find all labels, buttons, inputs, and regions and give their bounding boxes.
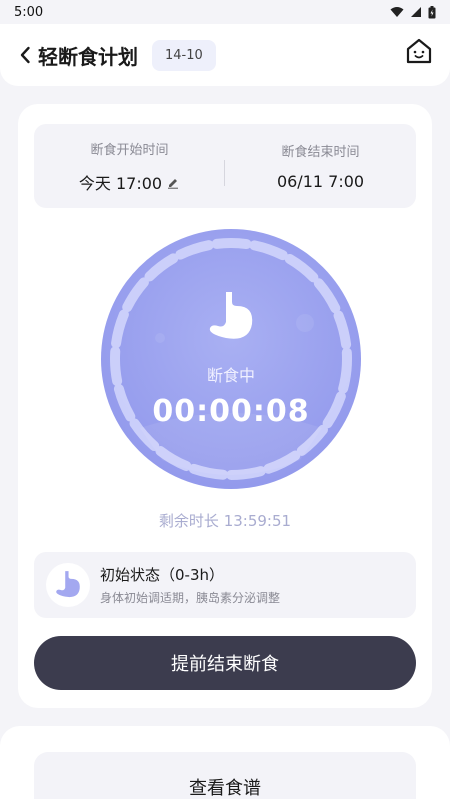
view-recipes-button[interactable]: 查看食谱	[34, 752, 416, 799]
end-time-column: 断食结束时间 06/11 7:00	[225, 124, 416, 208]
schedule-panel: 断食开始时间 今天 17:00 断食结束时间 06/11 7:00	[34, 124, 416, 208]
fasting-status: 断食中	[206, 366, 255, 385]
chevron-left-icon	[20, 46, 30, 64]
elapsed-timer: 00:00:08	[152, 394, 310, 429]
plan-badge[interactable]: 14-10	[152, 39, 216, 71]
recipe-card: 查看食谱	[0, 726, 450, 799]
status-time: 5:00	[14, 4, 44, 20]
start-time-column[interactable]: 断食开始时间 今天 17:00	[34, 124, 225, 208]
remaining-time: 剩余时长 13:59:51	[158, 512, 292, 530]
stomach-icon	[209, 292, 253, 339]
stage-title: 初始状态（0-3h）	[100, 566, 225, 584]
end-time-value: 06/11 7:00	[276, 172, 365, 191]
page-title: 轻断食计划	[38, 44, 138, 69]
start-time-value: 今天 17:00	[78, 173, 163, 193]
stage-description: 身体初始调适期，胰岛素分泌调整	[100, 591, 281, 605]
stage-panel[interactable]: 初始状态（0-3h） 身体初始调适期，胰岛素分泌调整	[34, 552, 416, 618]
schedule-divider	[224, 160, 225, 186]
status-bar: 5:00	[0, 0, 450, 24]
wifi-icon	[390, 7, 404, 17]
home-button[interactable]	[404, 36, 434, 66]
house-face-icon	[406, 38, 432, 64]
back-button[interactable]	[14, 40, 36, 70]
signal-icon	[411, 7, 421, 17]
stomach-stage-icon	[56, 571, 80, 598]
edit-pencil-icon[interactable]	[166, 175, 180, 189]
end-time-label: 断食结束时间	[281, 145, 360, 160]
battery-icon	[428, 5, 436, 18]
fasting-card: 断食开始时间 今天 17:00 断食结束时间 06/11 7:00 断食中 00…	[18, 104, 432, 708]
fasting-progress-circle: 断食中 00:00:08	[100, 228, 362, 490]
start-time-label: 断食开始时间	[90, 142, 169, 158]
status-icons	[390, 5, 436, 19]
end-fasting-button[interactable]: 提前结束断食	[34, 636, 416, 690]
app-header: 轻断食计划 14-10	[0, 24, 450, 86]
stage-icon-wrap	[46, 563, 90, 607]
